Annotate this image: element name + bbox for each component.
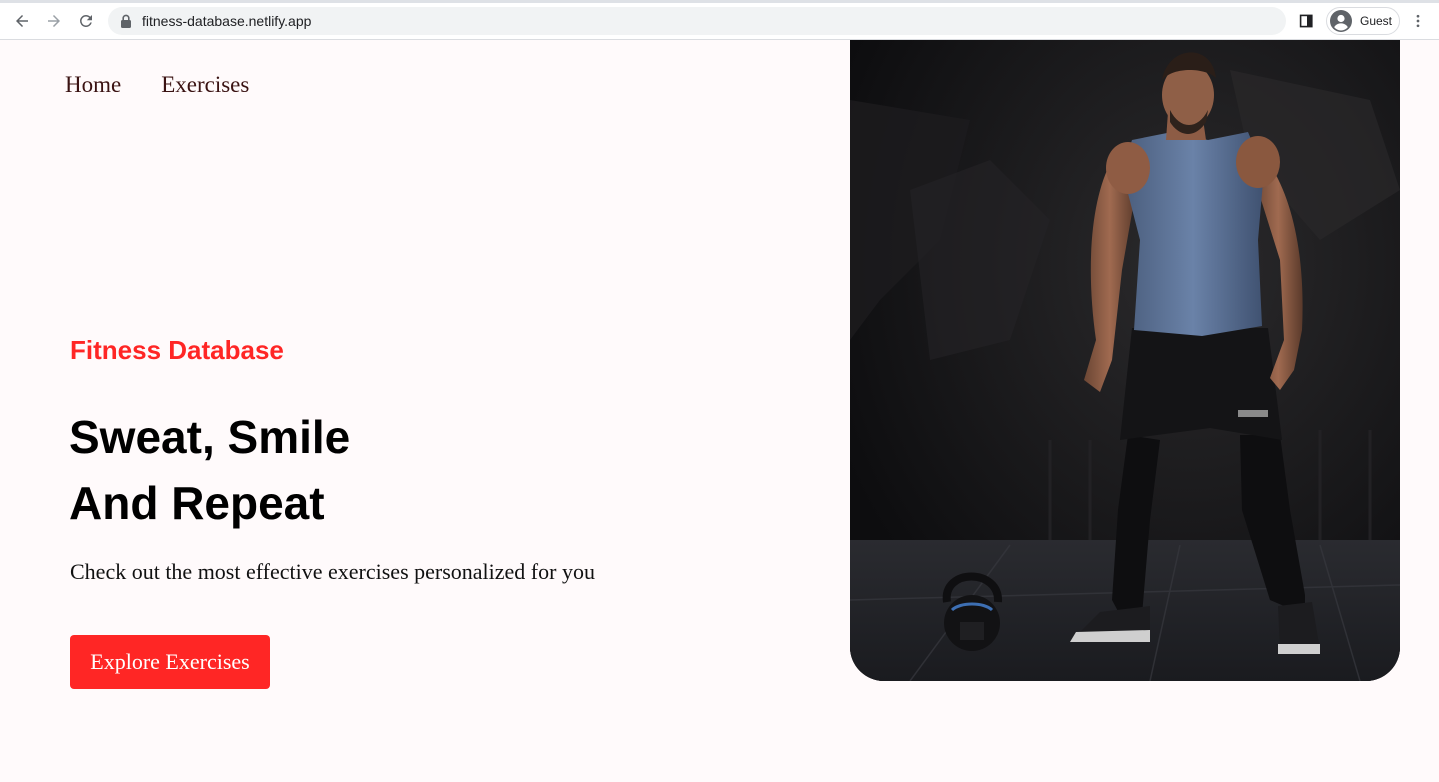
- url-text: fitness-database.netlify.app: [142, 13, 312, 29]
- nav-link-home[interactable]: Home: [65, 72, 121, 98]
- profile-label: Guest: [1360, 14, 1393, 28]
- nav-link-exercises[interactable]: Exercises: [161, 72, 249, 98]
- browser-toolbar: fitness-database.netlify.app Guest: [0, 0, 1439, 40]
- hero-banner-image: [850, 40, 1400, 681]
- arrow-right-icon: [48, 15, 60, 27]
- reload-button[interactable]: [73, 8, 99, 34]
- reload-icon: [80, 15, 92, 27]
- back-button[interactable]: [9, 8, 35, 34]
- hero-headline: Sweat, Smile And Repeat: [69, 404, 350, 536]
- tab-strip-edge: [0, 0, 1439, 3]
- athlete-illustration: [850, 40, 1400, 681]
- lock-icon: [120, 14, 132, 28]
- brand-title: Fitness Database: [70, 335, 284, 365]
- headline-line-2: And Repeat: [69, 477, 325, 529]
- side-panel-button[interactable]: [1297, 11, 1317, 31]
- address-bar[interactable]: fitness-database.netlify.app: [108, 7, 1286, 35]
- arrow-left-icon: [16, 15, 28, 27]
- account-avatar-icon: [1330, 10, 1352, 32]
- headline-line-1: Sweat, Smile: [69, 411, 351, 463]
- explore-exercises-button[interactable]: Explore Exercises: [70, 635, 270, 689]
- profile-button[interactable]: Guest: [1326, 7, 1400, 35]
- more-vertical-icon: [1416, 14, 1420, 28]
- forward-button[interactable]: [41, 8, 67, 34]
- browser-menu-button[interactable]: [1408, 11, 1428, 31]
- side-panel-icon: [1299, 14, 1313, 28]
- hero-subtext: Check out the most effective exercises p…: [70, 559, 595, 584]
- site-nav: Home Exercises: [65, 72, 249, 98]
